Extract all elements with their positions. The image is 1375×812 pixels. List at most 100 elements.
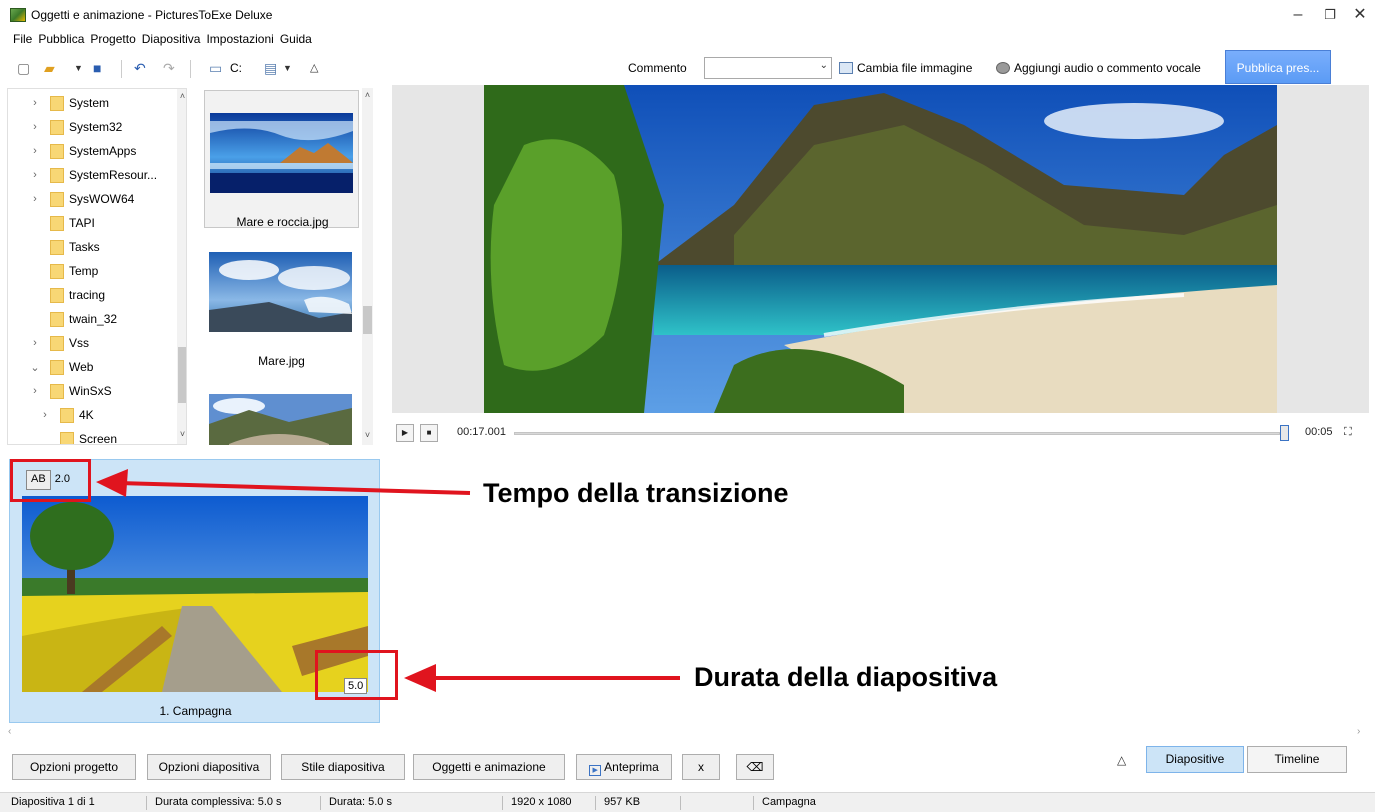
chevron-right-icon[interactable]: › xyxy=(28,97,42,109)
status-separator xyxy=(320,796,321,810)
thumbnail-label: Mare.jpg xyxy=(258,354,305,368)
save-icon[interactable]: ■ xyxy=(93,59,101,77)
thumbnail-item[interactable] xyxy=(204,372,359,445)
thumbnail-item[interactable]: Mare e roccia.jpg xyxy=(204,90,359,229)
add-audio-button[interactable]: Aggiungi audio o commento vocale xyxy=(996,61,1201,75)
folder-item[interactable]: › System xyxy=(8,91,109,115)
restore-button[interactable]: ❐ xyxy=(1315,4,1345,26)
image-file-icon xyxy=(839,62,853,74)
folder-label: System32 xyxy=(69,120,123,134)
folder-tree[interactable]: › System › System32 › SystemApps › SystemRes… xyxy=(7,88,187,445)
minimize-button[interactable]: – xyxy=(1283,4,1313,26)
play-icon[interactable]: ▶ xyxy=(396,424,414,442)
folder-icon xyxy=(50,287,64,303)
thumbnail-item[interactable]: Mare.jpg xyxy=(204,230,359,368)
chevron-right-icon[interactable]: › xyxy=(38,409,52,421)
scroll-up-icon[interactable]: ˄ xyxy=(177,91,186,101)
folder-label: twain_32 xyxy=(69,312,118,326)
folder-item[interactable]: › 4K xyxy=(8,403,94,427)
new-file-icon[interactable]: ▢ xyxy=(17,59,30,77)
menu-publish[interactable]: Pubblica xyxy=(38,30,84,48)
menu-project[interactable]: Progetto xyxy=(90,30,135,48)
folder-label: WinSxS xyxy=(69,384,112,398)
folder-label: SystemApps xyxy=(69,144,137,158)
seek-track[interactable] xyxy=(514,432,1280,435)
status-slide-index: Diapositiva 1 di 1 xyxy=(11,796,95,808)
status-size: 957 KB xyxy=(604,796,641,808)
title-bar: Oggetti e animazione - PicturesToExe Del… xyxy=(0,0,1375,30)
folder-item[interactable]: › SystemResour... xyxy=(8,163,157,187)
folder-label: tracing xyxy=(69,288,106,302)
menu-slide[interactable]: Diapositiva xyxy=(142,30,201,48)
change-image-button[interactable]: Cambia file immagine xyxy=(839,61,972,75)
scroll-left-icon[interactable]: ‹ xyxy=(8,726,11,737)
slide-options-button[interactable]: Opzioni diapositiva xyxy=(147,754,271,780)
folder-item[interactable]: TAPI xyxy=(8,211,95,235)
collapse-triangle-icon[interactable]: △ xyxy=(1117,753,1126,767)
folder-item[interactable]: › System32 xyxy=(8,115,122,139)
folder-label: Temp xyxy=(69,264,99,278)
folder-label: System xyxy=(69,96,110,110)
image-thumbnails[interactable]: Mare e roccia.jpg Mare.jpg ˄ ˅ xyxy=(190,88,383,445)
folder-item[interactable]: Tasks xyxy=(8,235,100,259)
strip-scrollbar[interactable]: ‹ › xyxy=(0,726,1375,740)
thumbnails-scrollbar[interactable]: ˄ ˅ xyxy=(362,88,373,445)
scroll-up-icon[interactable]: ˄ xyxy=(362,90,373,100)
chevron-right-icon[interactable]: › xyxy=(28,121,42,133)
chevron-right-icon[interactable]: › xyxy=(28,193,42,205)
bottom-toolbar: Opzioni progetto Opzioni diapositiva Sti… xyxy=(0,744,1375,788)
tab-timeline[interactable]: Timeline xyxy=(1247,746,1347,773)
folder-item[interactable]: tracing xyxy=(8,283,105,307)
x-button[interactable]: x xyxy=(682,754,720,780)
objects-animation-button[interactable]: Oggetti e animazione xyxy=(413,754,565,780)
thumbnail-image xyxy=(209,252,352,332)
project-options-button[interactable]: Opzioni progetto xyxy=(12,754,136,780)
tree-scrollbar[interactable]: ˄ ˅ xyxy=(177,89,186,444)
publish-button[interactable]: Pubblica pres... xyxy=(1225,50,1331,84)
close-button[interactable]: ✕ xyxy=(1345,4,1375,26)
folder-item[interactable]: Temp xyxy=(8,259,98,283)
drive-label[interactable]: C: xyxy=(230,59,242,77)
app-icon xyxy=(10,8,26,22)
eraser-button[interactable]: ⌫ xyxy=(736,754,774,780)
tab-slides[interactable]: Diapositive xyxy=(1146,746,1244,773)
preview-image xyxy=(484,85,1277,413)
preview-button[interactable]: ▶ Anteprima xyxy=(576,754,672,780)
folder-item[interactable]: Screen xyxy=(8,427,117,444)
dropdown-arrow-icon[interactable]: ▼ xyxy=(74,59,83,77)
view-mode-icon[interactable]: ▤ xyxy=(264,59,277,77)
comment-select[interactable]: ⌄ xyxy=(704,57,832,79)
tree-scroll-thumb[interactable] xyxy=(178,347,186,403)
chevron-right-icon[interactable]: › xyxy=(28,169,42,181)
chevron-down-icon[interactable]: ⌄ xyxy=(28,361,42,374)
folder-item[interactable]: › WinSxS xyxy=(8,379,112,403)
scroll-right-icon[interactable]: › xyxy=(1357,726,1360,737)
up-triangle-icon[interactable]: △ xyxy=(310,59,318,77)
menu-file[interactable]: File xyxy=(13,30,32,48)
folder-item[interactable]: ⌄ Web xyxy=(8,355,93,379)
view-dropdown-icon[interactable]: ▼ xyxy=(283,59,292,77)
chevron-right-icon[interactable]: › xyxy=(28,337,42,349)
folder-item[interactable]: › Vss xyxy=(8,331,89,355)
chevron-right-icon[interactable]: › xyxy=(28,145,42,157)
menu-settings[interactable]: Impostazioni xyxy=(206,30,273,48)
folder-item[interactable]: › SysWOW64 xyxy=(8,187,134,211)
open-folder-icon[interactable]: ▰ xyxy=(44,59,55,77)
undo-icon[interactable]: ↶ xyxy=(134,59,146,77)
scroll-down-icon[interactable]: ˅ xyxy=(362,430,373,440)
fullscreen-icon[interactable]: ⛶ xyxy=(1344,426,1352,439)
thumbnails-scroll-thumb[interactable] xyxy=(363,306,372,334)
chevron-right-icon[interactable]: › xyxy=(28,385,42,397)
folder-item[interactable]: twain_32 xyxy=(8,307,117,331)
window-title: Oggetti e animazione - PicturesToExe Del… xyxy=(31,8,273,22)
folder-item[interactable]: › SystemApps xyxy=(8,139,136,163)
seek-handle[interactable] xyxy=(1280,425,1289,441)
drive-icon[interactable]: ▭ xyxy=(209,59,222,77)
slide-label: 1. Campagna xyxy=(159,704,232,718)
scroll-down-icon[interactable]: ˅ xyxy=(177,429,186,439)
redo-icon[interactable]: ↷ xyxy=(163,59,175,77)
menu-help[interactable]: Guida xyxy=(280,30,312,48)
stop-icon[interactable]: ■ xyxy=(420,424,438,442)
slide-style-button[interactable]: Stile diapositiva xyxy=(281,754,405,780)
preview-pane[interactable] xyxy=(392,85,1369,413)
